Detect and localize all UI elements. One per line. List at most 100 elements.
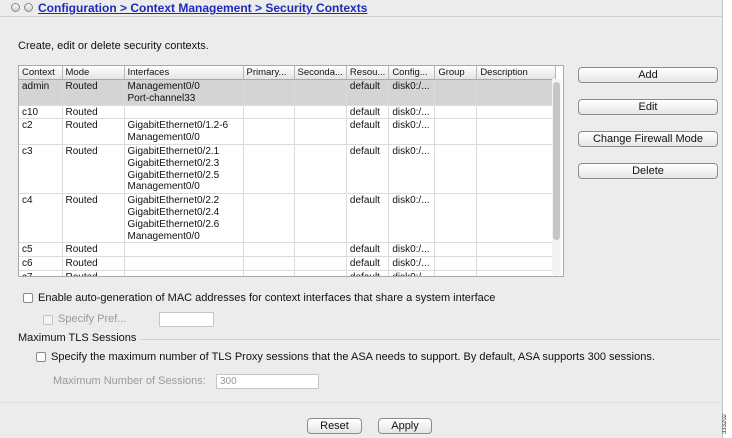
cell-context: admin <box>19 79 63 106</box>
interface-entry: Management0/0 <box>127 132 200 144</box>
table-row[interactable]: c4 Routed GigabitEthernet0/2.2 GigabitEther… <box>19 193 557 244</box>
minimize-window-icon[interactable] <box>24 3 33 12</box>
footer-divider <box>0 402 722 403</box>
column-header-interfaces[interactable]: Interfaces <box>124 66 244 80</box>
cell-resource: default <box>346 118 390 145</box>
table-header-row: Context Mode Interfaces Primary... Secon… <box>19 66 557 80</box>
cell-config: disk0:/... <box>388 242 436 258</box>
mac-autogen-checkbox[interactable] <box>23 293 33 303</box>
edit-button[interactable]: Edit <box>578 99 718 115</box>
max-sessions-label: Maximum Number of Sessions: <box>53 375 206 387</box>
column-header-group[interactable]: Group <box>434 66 478 80</box>
tls-max-label: Specify the maximum number of TLS Proxy … <box>51 351 655 363</box>
interface-entry: Management0/0 <box>127 81 200 92</box>
cell-secondary <box>294 118 347 145</box>
change-firewall-mode-button[interactable]: Change Firewall Mode <box>578 131 718 147</box>
cell-primary <box>243 118 295 145</box>
column-header-context[interactable]: Context <box>19 66 63 80</box>
intro-text: Create, edit or delete security contexts… <box>18 40 209 52</box>
add-button[interactable]: Add <box>578 67 718 83</box>
breadcrumb-link[interactable]: Configuration > Context Management > Sec… <box>38 1 367 15</box>
table-row[interactable]: admin Routed Management0/0 Port-channel33 de… <box>19 79 557 106</box>
cell-primary <box>243 193 295 244</box>
cell-context: c7 <box>19 270 63 276</box>
table-row[interactable]: c5 Routed default disk0:/... <box>19 242 557 258</box>
cell-config: disk0:/... <box>388 270 436 276</box>
cell-config: disk0:/... <box>388 144 436 195</box>
interface-entry: GigabitEthernet0/1.2-6 <box>127 120 229 132</box>
cell-context: c3 <box>19 144 63 195</box>
cell-resource: default <box>346 79 390 106</box>
cell-context: c6 <box>19 256 63 271</box>
cell-config: disk0:/... <box>388 256 436 271</box>
cell-resource: default <box>346 105 390 120</box>
cell-secondary <box>294 242 347 258</box>
interface-entry: GigabitEthernet0/2.1 <box>127 145 220 157</box>
max-sessions-input[interactable]: 300 <box>216 374 319 389</box>
close-window-icon[interactable] <box>11 3 20 12</box>
cell-mode: Routed <box>62 270 125 276</box>
apply-button[interactable]: Apply <box>378 418 432 434</box>
cell-primary <box>243 144 295 195</box>
cell-config: disk0:/... <box>388 79 436 106</box>
column-header-description[interactable]: Description <box>476 66 557 80</box>
interface-entry: GigabitEthernet0/2.3 <box>127 157 220 169</box>
cell-resource: default <box>346 256 390 271</box>
column-header-config[interactable]: Config... <box>388 66 436 80</box>
column-header-mode[interactable]: Mode <box>62 66 125 80</box>
cell-description <box>476 79 557 106</box>
cell-context: c5 <box>19 242 63 258</box>
tls-section-title: Maximum TLS Sessions <box>18 332 137 344</box>
cell-mode: Routed <box>62 242 125 258</box>
column-header-primary[interactable]: Primary... <box>243 66 295 80</box>
cell-mode: Routed <box>62 193 125 244</box>
interface-entry: GigabitEthernet0/2.2 <box>127 195 220 207</box>
cell-config: disk0:/... <box>388 193 436 244</box>
cell-config: disk0:/... <box>388 105 436 120</box>
specify-prefix-checkbox[interactable] <box>43 315 53 325</box>
specify-prefix-label: Specify Pref... <box>58 313 127 325</box>
interface-entry: Management0/0 <box>127 230 200 242</box>
prefix-input[interactable] <box>159 312 214 327</box>
cell-group <box>434 144 478 195</box>
table-row[interactable]: c10 Routed default disk0:/... <box>19 105 557 120</box>
cell-interfaces: GigabitEthernet0/1.2-6 Management0/0 <box>124 118 244 145</box>
column-header-resource[interactable]: Resou... <box>346 66 390 80</box>
cell-interfaces: Management0/0 Port-channel33 <box>124 79 244 106</box>
cell-primary <box>243 270 295 276</box>
cell-context: c2 <box>19 118 63 145</box>
cell-interfaces: GigabitEthernet0/2.2 GigabitEthernet0/2.4… <box>124 193 244 244</box>
scrollbar-thumb[interactable] <box>553 82 560 240</box>
table-row[interactable]: c2 Routed GigabitEthernet0/1.2-6 Management… <box>19 118 557 145</box>
cell-description <box>476 242 557 258</box>
column-header-secondary[interactable]: Seconda... <box>294 66 347 80</box>
cell-mode: Routed <box>62 118 125 145</box>
security-contexts-panel: Configuration > Context Management > Sec… <box>0 0 723 438</box>
cell-secondary <box>294 144 347 195</box>
table-vertical-scrollbar[interactable] <box>552 79 561 275</box>
reset-button[interactable]: Reset <box>307 418 362 434</box>
cell-interfaces <box>124 270 244 276</box>
figure-code: 333202 <box>722 414 728 435</box>
interface-entry: Port-channel33 <box>127 92 196 104</box>
cell-primary <box>243 256 295 271</box>
interface-entry: GigabitEthernet0/2.5 <box>127 169 220 181</box>
cell-mode: Routed <box>62 79 125 106</box>
cell-group <box>434 270 478 276</box>
cell-description <box>476 193 557 244</box>
cell-resource: default <box>346 242 390 258</box>
delete-button[interactable]: Delete <box>578 163 718 179</box>
tls-max-checkbox[interactable] <box>36 352 46 362</box>
contexts-table[interactable]: Context Mode Interfaces Primary... Secon… <box>18 65 564 277</box>
cell-secondary <box>294 79 347 106</box>
cell-resource: default <box>346 193 390 244</box>
cell-description <box>476 118 557 145</box>
cell-resource: default <box>346 270 390 276</box>
cell-mode: Routed <box>62 105 125 120</box>
cell-description <box>476 105 557 120</box>
cell-description <box>476 144 557 195</box>
table-row[interactable]: c7Routed defaultdisk0:/... <box>19 270 557 276</box>
table-row[interactable]: c3 Routed GigabitEthernet0/2.1 GigabitEther… <box>19 144 557 195</box>
table-row[interactable]: c6 Routed default disk0:/... <box>19 256 557 271</box>
cell-context: c4 <box>19 193 63 244</box>
